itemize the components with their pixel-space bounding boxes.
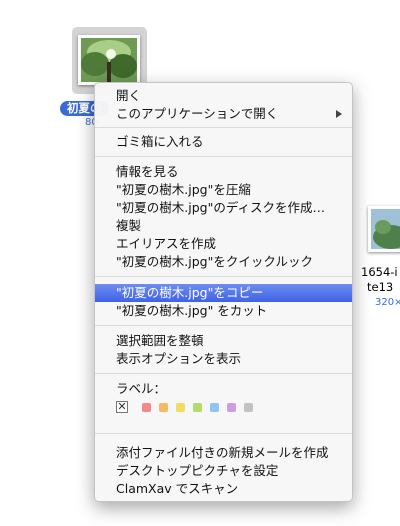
menu-separator (95, 127, 352, 128)
menu-item-new-email-with-attachment[interactable]: 添付ファイル付きの新規メールを作成 (95, 444, 352, 462)
menu-separator (95, 373, 352, 374)
menu-item-duplicate[interactable]: 複製 (95, 217, 352, 235)
menu-item-label: ゴミ箱に入れる (116, 134, 204, 149)
menu-item-label: ClamXav でスキャン (116, 481, 239, 496)
menu-item-clean-up-selection[interactable]: 選択範囲を整頓 (95, 332, 352, 350)
label-blue-button[interactable] (210, 403, 219, 412)
menu-item-label: デスクトップピクチャを設定 (116, 463, 279, 478)
menu-item-make-alias[interactable]: エイリアスを作成 (95, 235, 352, 253)
label-red-button[interactable] (142, 403, 151, 412)
image-file-icon[interactable] (78, 35, 140, 85)
image-file-icon-2[interactable] (368, 206, 400, 252)
menu-item-label: 複製 (116, 218, 142, 233)
menu-item-label: "初夏の樹木.jpg" をカット (116, 303, 268, 318)
menu-item-label: "初夏の樹木.jpg"を圧縮 (116, 182, 251, 197)
menu-item-move-to-trash[interactable]: ゴミ箱に入れる (95, 133, 352, 151)
menu-item-label: "初夏の樹木.jpg"のディスクを作成… (116, 200, 325, 215)
menu-item-label: 選択範囲を整頓 (116, 333, 204, 348)
menu-item-set-desktop-picture[interactable]: デスクトップピクチャを設定 (95, 462, 352, 480)
menu-item-label: "初夏の樹木.jpg"をクイックルック (116, 254, 313, 269)
menu-item-label: 開く (116, 88, 142, 103)
menu-separator (95, 276, 352, 277)
menu-item-get-info[interactable]: 情報を見る (95, 163, 352, 181)
menu-item-show-view-options[interactable]: 表示オプションを表示 (95, 350, 352, 368)
menu-item-quick-look[interactable]: "初夏の樹木.jpg"をクイックルック (95, 253, 352, 271)
menu-item-cut[interactable]: "初夏の樹木.jpg" をカット (95, 302, 352, 320)
menu-item-label: 表示オプションを表示 (116, 351, 242, 366)
label-gray-button[interactable] (244, 403, 253, 412)
submenu-arrow-icon (336, 110, 342, 118)
menu-item-label: 情報を見る (116, 164, 179, 179)
label-green-button[interactable] (193, 403, 202, 412)
label-yellow-button[interactable] (176, 403, 185, 412)
menu-item-label: このアプリケーションで開く (116, 106, 279, 121)
menu-item-clamxav-scan[interactable]: ClamXav でスキャン (95, 480, 352, 498)
menu-separator (95, 325, 352, 326)
menu-item-open-with[interactable]: このアプリケーションで開く (95, 105, 352, 123)
label-none-button[interactable]: ✕ (116, 401, 128, 413)
menu-item-burn-to-disc[interactable]: "初夏の樹木.jpg"のディスクを作成… (95, 199, 352, 217)
file-name-line1: 1654-i (361, 265, 398, 279)
menu-label-heading: ラベル： (95, 380, 352, 398)
menu-item-label: エイリアスを作成 (116, 236, 217, 251)
menu-item-copy[interactable]: "初夏の樹木.jpg"をコピー (95, 284, 352, 302)
context-menu: 開く このアプリケーションで開く ゴミ箱に入れる 情報を見る "初夏の樹木.jp… (94, 82, 353, 502)
label-purple-button[interactable] (227, 403, 236, 412)
menu-item-label: "初夏の樹木.jpg"をコピー (116, 285, 264, 300)
menu-item-compress[interactable]: "初夏の樹木.jpg"を圧縮 (95, 181, 352, 199)
menu-separator (95, 433, 352, 434)
label-orange-button[interactable] (159, 403, 168, 412)
file-size-label-2: 320× (375, 297, 400, 308)
menu-item-label: 添付ファイル付きの新規メールを作成 (116, 445, 329, 460)
photo-thumbnail-icon (371, 209, 400, 249)
file-name-label-2: 1654-i te13 (361, 265, 398, 295)
menu-item-label: ラベル： (116, 381, 167, 396)
menu-item-open[interactable]: 開く (95, 87, 352, 105)
menu-separator (95, 156, 352, 157)
tree-photo-thumbnail-icon (81, 38, 137, 82)
file-name-line2: te13 (367, 280, 394, 294)
